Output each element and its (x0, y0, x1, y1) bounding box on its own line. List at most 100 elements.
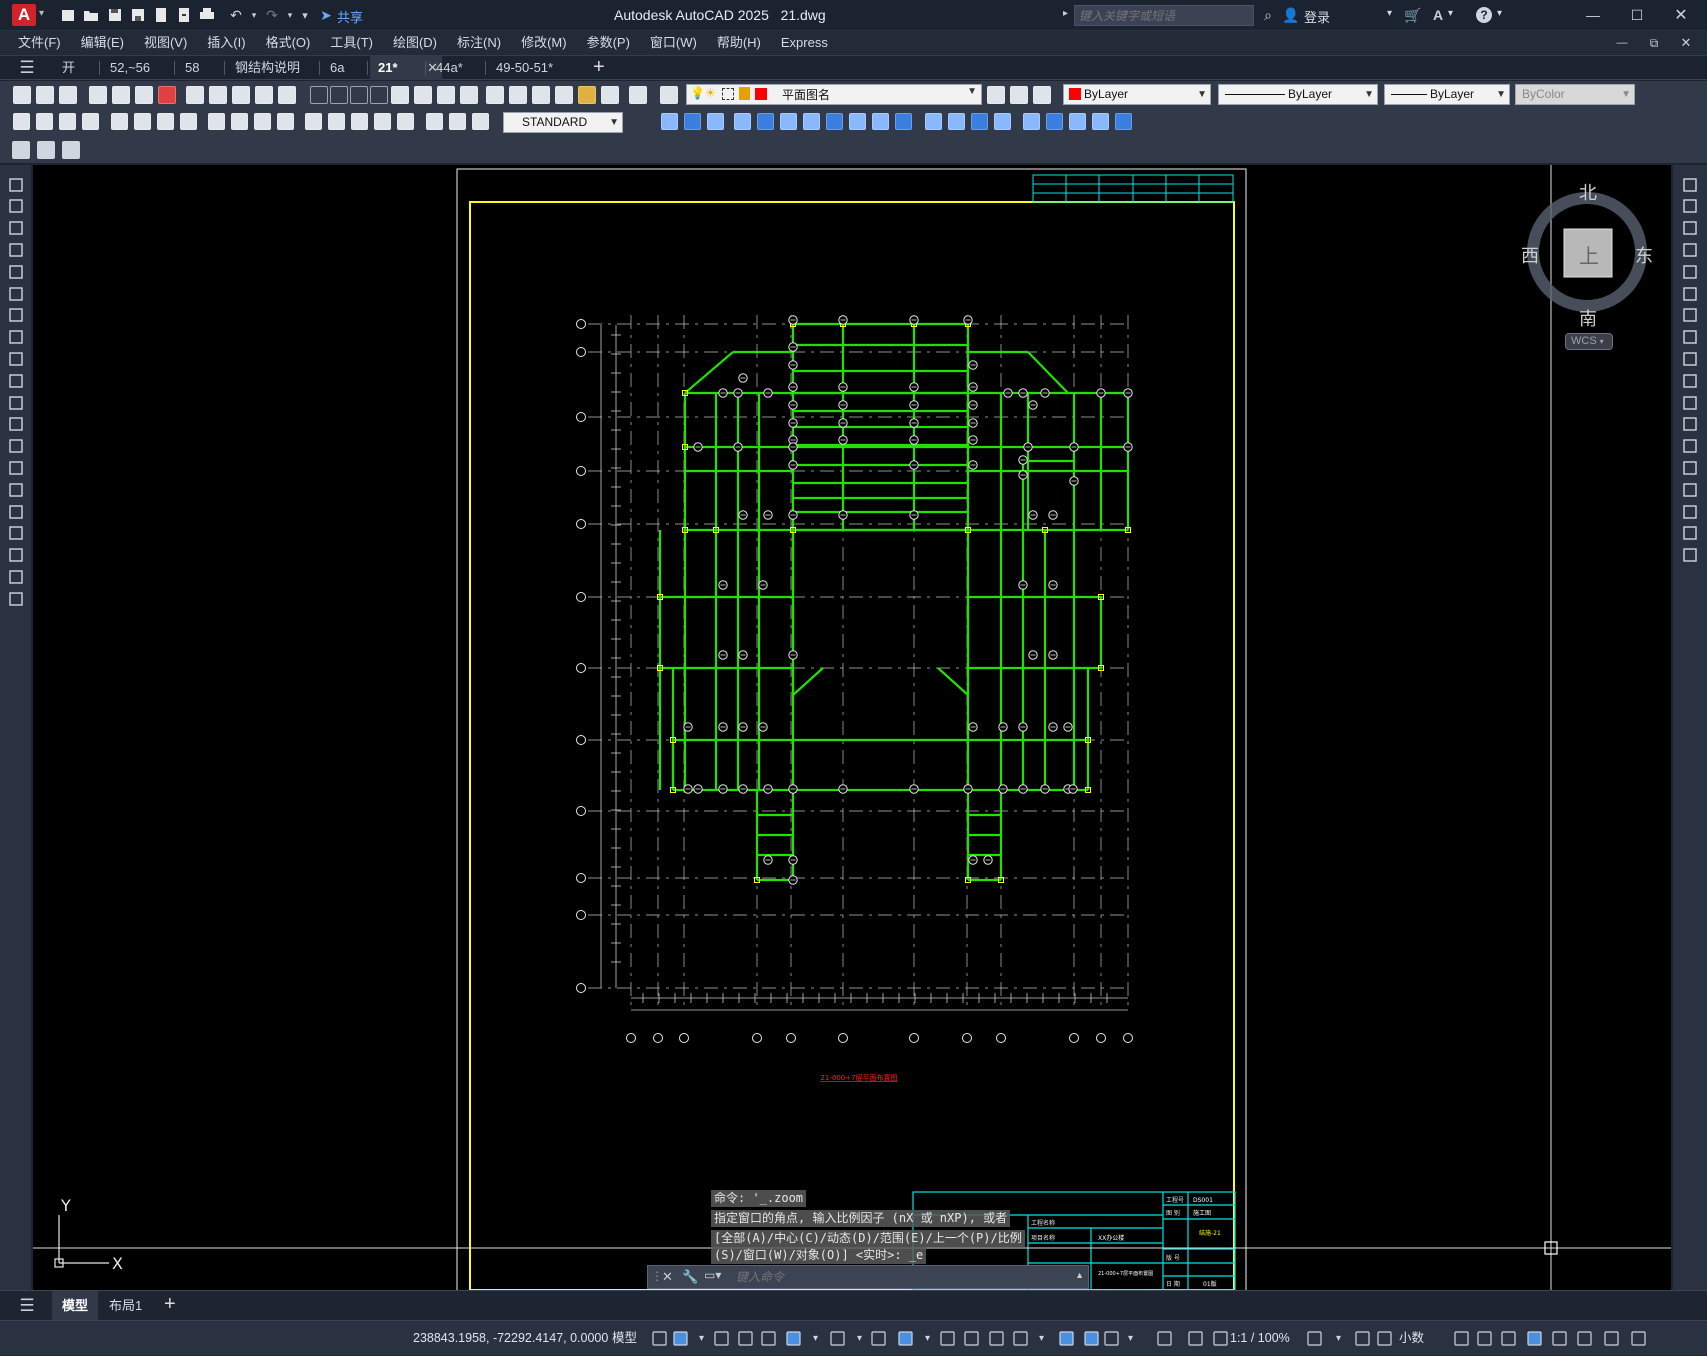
ortho-icon[interactable] (760, 1330, 777, 1347)
markup-icon[interactable] (578, 86, 596, 104)
menu-item-6[interactable]: 绘图(D) (383, 31, 447, 55)
array-icon[interactable] (1680, 262, 1699, 281)
menu-item-2[interactable]: 视图(V) (134, 31, 197, 55)
3d-osnap-icon[interactable] (1012, 1330, 1029, 1347)
make-block-icon[interactable] (6, 437, 25, 456)
file-tab-3[interactable]: 钢结构说明 (227, 56, 313, 80)
publish-web-icon[interactable] (151, 5, 171, 25)
polyline-icon[interactable] (6, 219, 25, 238)
clean-screen-icon[interactable] (1551, 1330, 1568, 1347)
command-prompt-icon[interactable]: ▭▾ (704, 1268, 721, 1282)
toolbar2-tool-35-icon[interactable] (1023, 113, 1040, 130)
fillet-icon[interactable] (1680, 502, 1699, 521)
text-style-combo[interactable]: STANDARD ▼ (503, 112, 623, 133)
block-editor-icon[interactable] (278, 86, 296, 104)
toolbar2-tool-21-icon[interactable] (684, 113, 701, 130)
menu-item-1[interactable]: 编辑(E) (71, 31, 134, 55)
lineweight-icon[interactable] (939, 1330, 956, 1347)
region-icon[interactable] (6, 524, 25, 543)
save-icon[interactable] (59, 86, 77, 104)
point-icon[interactable] (6, 458, 25, 477)
plot-preview-icon[interactable] (112, 86, 130, 104)
toolbar2-tool-0-icon[interactable] (13, 113, 30, 130)
copy-icon[interactable] (209, 86, 227, 104)
open-icon[interactable] (36, 86, 54, 104)
minimize-icon[interactable]: — (1583, 5, 1603, 25)
help-tb-icon[interactable] (629, 86, 647, 104)
help-search-input[interactable] (1074, 5, 1254, 26)
annotation-scale-icon[interactable] (1212, 1330, 1229, 1347)
linetype-combo[interactable]: ByLayer ▼ (1218, 84, 1378, 105)
toolbar2-tool-3-icon[interactable] (82, 113, 99, 130)
calculator-icon[interactable] (601, 86, 619, 104)
rectangle-icon[interactable] (6, 262, 25, 281)
erase-icon[interactable] (1680, 175, 1699, 194)
layout-menu-icon[interactable]: ☰ (17, 1296, 37, 1316)
search-icon[interactable]: ⌕ (1258, 5, 1278, 25)
selection-cycling-icon[interactable] (988, 1330, 1005, 1347)
circle-icon[interactable] (6, 306, 25, 325)
join-icon[interactable] (1680, 458, 1699, 477)
menu-item-7[interactable]: 标注(N) (447, 31, 511, 55)
properties-icon[interactable] (486, 86, 504, 104)
publish-icon[interactable] (135, 86, 153, 104)
toolbar2-tool-10-icon[interactable] (254, 113, 271, 130)
login-button[interactable]: 登录 (1304, 7, 1330, 26)
construction-line-icon[interactable] (6, 197, 25, 216)
save-as-icon[interactable] (128, 5, 148, 25)
print-icon[interactable] (197, 5, 217, 25)
customize-qat-icon[interactable]: ▾ (295, 5, 315, 25)
viewcube-east[interactable]: 东 (1635, 242, 1653, 268)
menu-item-3[interactable]: 插入(I) (197, 31, 255, 55)
menu-item-5[interactable]: 工具(T) (320, 31, 383, 55)
stretch-icon[interactable] (1680, 349, 1699, 368)
redo-list-icon[interactable] (370, 86, 388, 104)
edit-tool-icon[interactable] (12, 141, 30, 159)
redo-tb-icon[interactable] (350, 86, 368, 104)
toolbar2-tool-25-icon[interactable] (780, 113, 797, 130)
model-space-button[interactable]: 模型 (612, 1321, 637, 1356)
toolbar2-tool-24-icon[interactable] (757, 113, 774, 130)
autodesk-a360-icon[interactable]: A (1428, 5, 1448, 25)
3d-osnap-dropdown-icon[interactable]: ▾ (1033, 1330, 1050, 1347)
export-icon[interactable] (174, 5, 194, 25)
multiline-text-icon[interactable] (6, 567, 25, 586)
paste-icon[interactable] (232, 86, 250, 104)
cart-icon[interactable]: 🛒 (1403, 5, 1423, 25)
menu-item-9[interactable]: 参数(P) (577, 31, 640, 55)
osnap-dropdown-icon[interactable]: ▾ (919, 1330, 936, 1347)
object-snap-icon[interactable] (897, 1330, 914, 1347)
spline-icon[interactable] (6, 349, 25, 368)
undo-tb-icon[interactable] (310, 86, 328, 104)
toolbar2-tool-33-icon[interactable] (971, 113, 988, 130)
toolbar2-tool-27-icon[interactable] (826, 113, 843, 130)
toolbar2-tool-11-icon[interactable] (277, 113, 294, 130)
selection-filter-icon[interactable] (1083, 1330, 1100, 1347)
toolbar2-tool-31-icon[interactable] (925, 113, 942, 130)
undo-list-icon[interactable] (330, 86, 348, 104)
isodraft-dropdown-icon[interactable]: ▾ (851, 1330, 868, 1347)
fullscreen-icon[interactable] (1603, 1330, 1620, 1347)
toolbar2-tool-13-icon[interactable] (328, 113, 345, 130)
toolbar2-tool-39-icon[interactable] (1115, 113, 1132, 130)
extend-icon[interactable] (1680, 393, 1699, 412)
grid-icon[interactable] (651, 1330, 668, 1347)
toolbar2-tool-15-icon[interactable] (374, 113, 391, 130)
doc-close-icon[interactable]: ✕ (1676, 33, 1696, 53)
add-selected-icon[interactable] (6, 589, 25, 608)
toolbar2-tool-36-icon[interactable] (1046, 113, 1063, 130)
ellipse-icon[interactable] (6, 371, 25, 390)
file-tab-0[interactable]: 开始 (54, 56, 94, 99)
object-snap-tracking-icon[interactable] (870, 1330, 887, 1347)
toolbar2-tool-8-icon[interactable] (208, 113, 225, 130)
gradient-icon[interactable] (6, 502, 25, 521)
login-dropdown-icon[interactable]: ▾ (1387, 8, 1392, 19)
menu-item-4[interactable]: 格式(O) (256, 31, 321, 55)
gizmo-icon[interactable] (1103, 1330, 1120, 1347)
zoom-previous-icon[interactable] (460, 86, 478, 104)
toolbar2-tool-1-icon[interactable] (36, 113, 53, 130)
toolbar2-tool-19-icon[interactable] (472, 113, 489, 130)
lineweight-combo[interactable]: ByLayer ▼ (1384, 84, 1510, 105)
break-icon[interactable] (1680, 437, 1699, 456)
command-customize-icon[interactable]: 🔧 (682, 1269, 698, 1285)
